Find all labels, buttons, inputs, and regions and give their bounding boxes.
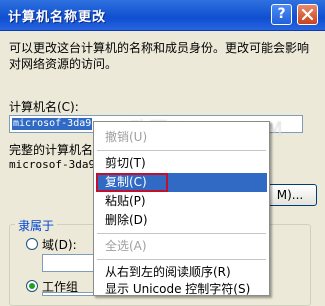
menu-item-copy[interactable]: 复制(C) (96, 173, 267, 192)
member-of-label: 隶属于 (15, 217, 58, 234)
full-name-label: 完整的计算机名 (9, 143, 94, 157)
window-title: 计算机名称更改 (8, 10, 107, 25)
domain-radio[interactable] (26, 238, 38, 250)
more-button[interactable]: M)... (263, 184, 317, 206)
highlight-outline (96, 173, 168, 192)
full-name-value: microsof-3da9 (9, 158, 96, 171)
menu-item-paste[interactable]: 粘贴(P) (96, 192, 267, 211)
workgroup-radio[interactable] (26, 280, 38, 292)
menu-item-delete[interactable]: 删除(D) (96, 211, 267, 230)
menu-item-show-unicode[interactable]: 显示 Unicode 控制字符(S) (96, 280, 267, 299)
menu-separator (97, 259, 266, 260)
description-text: 可以更改这台计算机的名称和成员身份。更改可能会影响对网络资源的访问。 (9, 41, 310, 71)
close-button[interactable] (297, 4, 318, 25)
close-icon (301, 8, 314, 21)
menu-separator (97, 150, 266, 151)
menu-item-select-all[interactable]: 全选(A) (96, 237, 267, 256)
help-button[interactable]: ? (271, 4, 292, 25)
menu-item-undo[interactable]: 撤销(U) (96, 128, 267, 147)
title-bar: 计算机名称更改 ? (0, 0, 325, 31)
computer-name-label: 计算机名(C): (9, 100, 79, 114)
menu-separator (97, 233, 266, 234)
domain-label: 域(D): (42, 238, 77, 252)
help-icon: ? (277, 6, 286, 22)
context-menu: 撤销(U) 剪切(T) 复制(C) 粘贴(P) 删除(D) 全选(A) 从右到左… (93, 121, 270, 296)
selected-text: microsof-3da9 (12, 118, 93, 130)
menu-item-cut[interactable]: 剪切(T) (96, 154, 267, 173)
